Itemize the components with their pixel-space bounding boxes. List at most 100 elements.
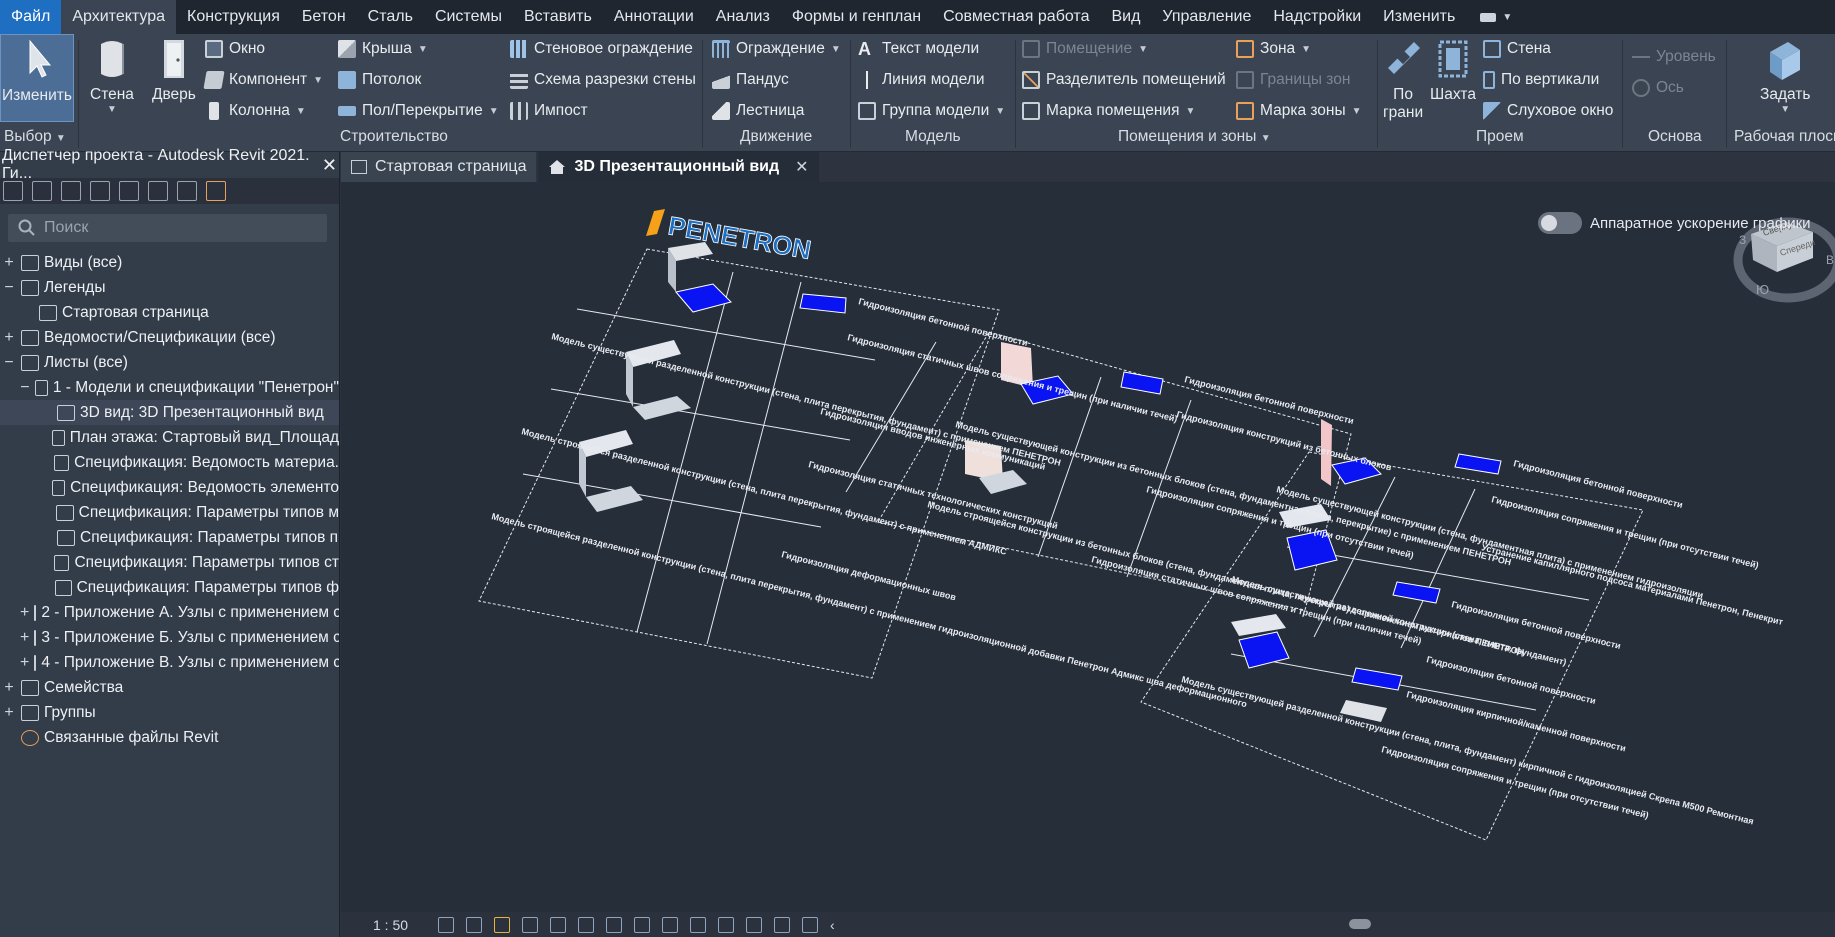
tree-item[interactable]: Спецификация: Ведомость материа. xyxy=(0,450,339,475)
menu-item[interactable]: Вид xyxy=(1100,0,1151,34)
scale-value[interactable]: 1 : 50 xyxy=(373,917,408,933)
tree-item[interactable]: + Ведомости/Спецификации (все) xyxy=(0,325,339,350)
horizontal-scrollbar[interactable] xyxy=(1349,919,1371,929)
collapse-icon[interactable]: ‹ xyxy=(830,917,835,933)
collapse-icon[interactable]: − xyxy=(2,354,16,372)
by-face-button[interactable]: По грани xyxy=(1383,34,1423,122)
menu-item[interactable]: Файл xyxy=(0,0,62,34)
menu-item[interactable]: Бетон xyxy=(291,0,357,34)
room-separator-button[interactable]: Разделитель помещений xyxy=(1022,71,1226,89)
modify-button[interactable]: Изменить xyxy=(0,34,74,122)
set-workplane-button[interactable]: Задать ▼ xyxy=(1760,34,1810,115)
constraints-icon[interactable] xyxy=(802,916,819,933)
menu-item[interactable]: Системы xyxy=(424,0,513,34)
model-line-button[interactable]: Линия модели xyxy=(858,71,985,89)
tab-3d-view[interactable]: 3D Презентационный вид ✕ xyxy=(538,152,819,182)
ramp-button[interactable]: Пандус xyxy=(712,71,789,89)
menu-item[interactable]: Сталь xyxy=(357,0,424,34)
unlock-view-icon[interactable] xyxy=(634,916,651,933)
tree-item[interactable]: + Семейства xyxy=(0,675,339,700)
panel-room-title[interactable]: Помещения и зоны ▼ xyxy=(1118,128,1271,146)
grid-button[interactable]: Ось xyxy=(1632,79,1684,97)
mullion-button[interactable]: Импост xyxy=(510,102,588,120)
menu-item[interactable]: Управление xyxy=(1151,0,1262,34)
tab-start-page[interactable]: Стартовая страница xyxy=(341,152,537,182)
hardware-acceleration-toggle[interactable]: Аппаратное ускорение графики xyxy=(1538,212,1811,234)
tree-item[interactable]: + Виды (все) xyxy=(0,250,339,275)
model-text-button[interactable]: A Текст модели xyxy=(858,40,979,58)
temp-hide-icon[interactable] xyxy=(662,916,679,933)
tree-item[interactable]: Спецификация: Параметры типов ст xyxy=(0,550,339,575)
column-button[interactable]: Колонна ▼ xyxy=(205,102,306,120)
render-icon[interactable] xyxy=(550,916,567,933)
sheet-icon[interactable] xyxy=(119,181,139,201)
menu-item[interactable]: Архитектура xyxy=(61,0,177,34)
search-input[interactable]: Поиск xyxy=(44,219,88,237)
panel-select-title[interactable]: Выбор ▼ xyxy=(4,128,66,146)
collapse-icon[interactable]: − xyxy=(2,279,16,297)
tree-item[interactable]: − Легенды xyxy=(0,275,339,300)
menu-item[interactable]: Совместная работа xyxy=(932,0,1100,34)
tree-item[interactable]: Спецификация: Ведомость элементо xyxy=(0,475,339,500)
tree-item[interactable]: Связанные файлы Revit xyxy=(0,725,339,750)
reveal-hidden-icon[interactable] xyxy=(690,916,707,933)
tree-item[interactable]: +2 - Приложение А. Узлы с применением си xyxy=(0,600,339,625)
window-button[interactable]: Окно xyxy=(205,40,265,58)
close-icon[interactable]: ✕ xyxy=(322,155,337,176)
curtain-system-button[interactable]: Стеновое ограждение xyxy=(510,40,693,58)
temp-properties-icon[interactable] xyxy=(718,916,735,933)
dormer-button[interactable]: Слуховое окно xyxy=(1483,102,1613,120)
visual-style-icon[interactable] xyxy=(466,916,483,933)
expand-icon[interactable]: + xyxy=(2,254,16,272)
menu-item[interactable]: Формы и генплан xyxy=(781,0,932,34)
room-button[interactable]: Помещение ▼ xyxy=(1022,40,1148,58)
analytical-icon[interactable] xyxy=(774,916,791,933)
tree-item[interactable]: +4 - Приложение В. Узлы с применением си xyxy=(0,650,339,675)
menu-item[interactable]: Изменить xyxy=(1372,0,1466,34)
expand-icon[interactable]: + xyxy=(20,654,29,672)
wall-opening-button[interactable]: Стена xyxy=(1483,40,1551,58)
shadows-icon[interactable] xyxy=(522,916,539,933)
expand-icon[interactable]: + xyxy=(2,329,16,347)
worksharing-icon[interactable] xyxy=(746,916,763,933)
door-button[interactable]: Дверь xyxy=(152,34,196,104)
tree-item[interactable]: − Листы (все) xyxy=(0,350,339,375)
tree-item[interactable]: План этажа: Стартовый вид_Площад xyxy=(0,425,339,450)
stair-button[interactable]: Лестница xyxy=(712,102,804,120)
model-group-button[interactable]: Группа модели ▼ xyxy=(858,102,1005,120)
curtain-grid-button[interactable]: Схема разрезки стены xyxy=(510,71,696,89)
area-tag-button[interactable]: Марка зоны ▼ xyxy=(1236,102,1362,120)
schedule-icon[interactable] xyxy=(61,181,81,201)
ribbon-display-toggle[interactable]: ▼ xyxy=(1480,12,1512,23)
home-icon[interactable] xyxy=(3,181,23,201)
railing-button[interactable]: Ограждение ▼ xyxy=(712,40,841,58)
tree-item[interactable]: Спецификация: Параметры типов м xyxy=(0,500,339,525)
sun-path-icon[interactable] xyxy=(494,916,511,933)
zoom-icon[interactable] xyxy=(32,181,52,201)
expand-icon[interactable]: + xyxy=(2,704,16,722)
3d-model-canvas[interactable]: PENETRON Модель существующей разделенной… xyxy=(341,182,1835,912)
shaft-button[interactable]: Шахта xyxy=(1430,34,1476,104)
crop-view-icon[interactable] xyxy=(578,916,595,933)
wall-button[interactable]: Стена ▼ xyxy=(90,34,134,115)
toggle-switch[interactable] xyxy=(1538,212,1582,234)
room-tag-button[interactable]: Марка помещения ▼ xyxy=(1022,102,1195,120)
floor-button[interactable]: Пол/Перекрытие ▼ xyxy=(338,102,499,120)
3d-viewport[interactable]: PENETRON Модель существующей разделенной… xyxy=(341,182,1835,912)
vertical-opening-button[interactable]: По вертикали xyxy=(1483,71,1599,89)
tree-item[interactable]: Спецификация: Параметры типов п xyxy=(0,525,339,550)
tree-item[interactable]: 3D вид: 3D Презентационный вид xyxy=(0,400,339,425)
roof-button[interactable]: Крыша ▼ xyxy=(338,40,428,58)
group-icon[interactable] xyxy=(177,181,197,201)
link-icon[interactable] xyxy=(206,181,226,201)
expand-icon[interactable]: + xyxy=(2,679,16,697)
detail-level-icon[interactable] xyxy=(438,916,455,933)
area-button[interactable]: Зона ▼ xyxy=(1236,40,1311,58)
menu-item[interactable]: Надстройки xyxy=(1262,0,1372,34)
show-crop-icon[interactable] xyxy=(606,916,623,933)
expand-icon[interactable]: + xyxy=(20,629,29,647)
table-icon[interactable] xyxy=(90,181,110,201)
tree-item[interactable]: + Группы xyxy=(0,700,339,725)
menu-item[interactable]: Вставить xyxy=(513,0,603,34)
tree-item[interactable]: +3 - Приложение Б. Узлы с применением си xyxy=(0,625,339,650)
